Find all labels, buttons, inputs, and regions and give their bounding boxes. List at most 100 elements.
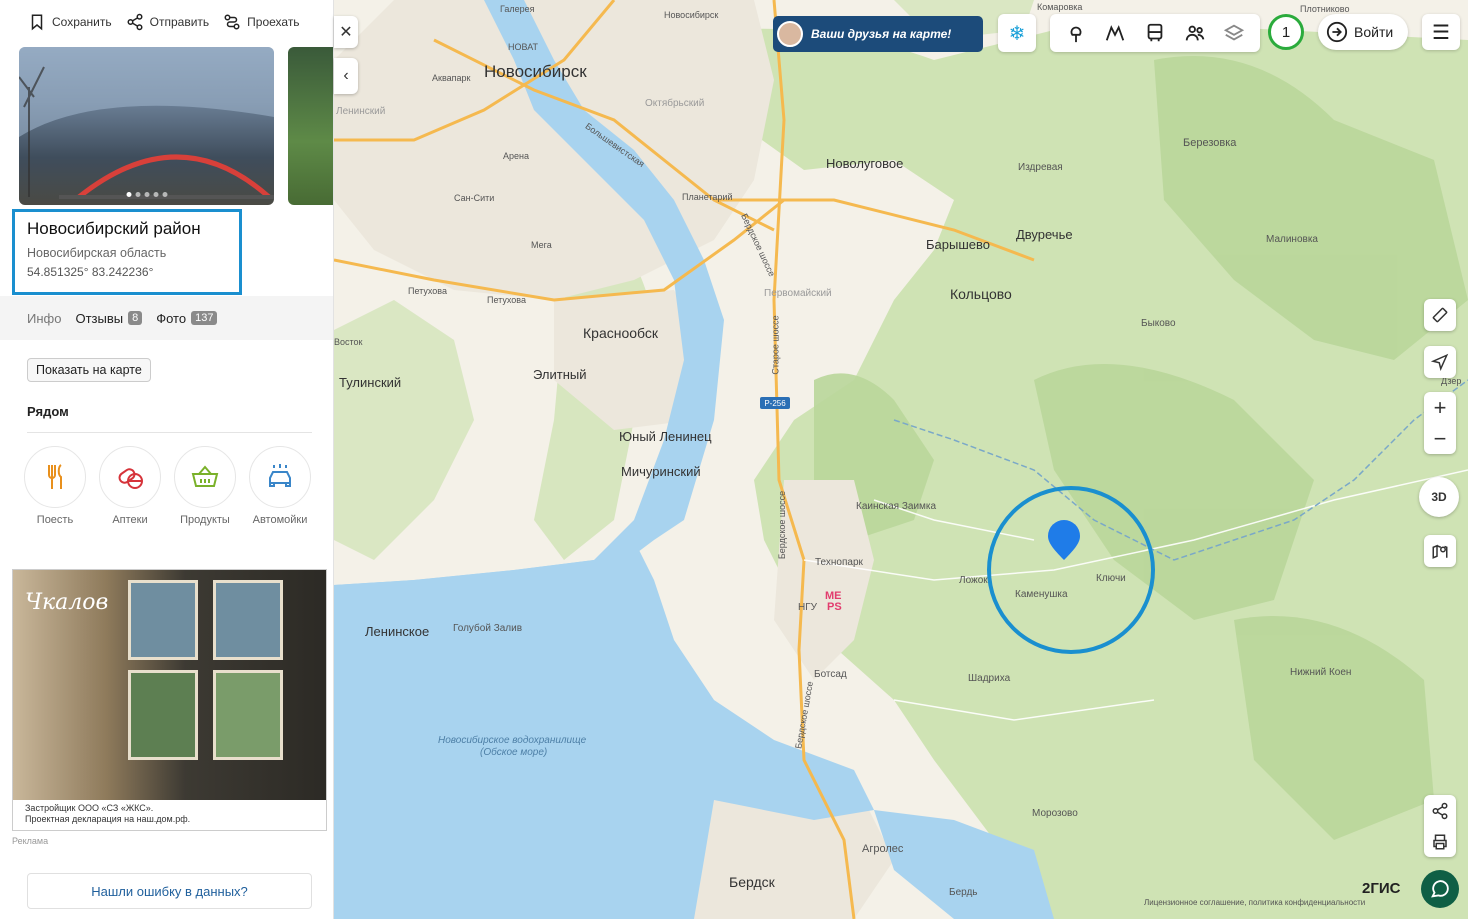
divider [27,432,312,433]
label-novosibirsk-district[interactable]: Новосибирск [664,10,718,20]
label-golubov-zaliv[interactable]: Голубой Залив [453,623,522,634]
category-groceries[interactable]: Продукты [174,446,236,526]
label-dvurechye[interactable]: Двуречье [1016,227,1073,242]
road-shield-label: Р-256 [764,399,786,408]
label-yuny-leninets[interactable]: Юный Ленинец [619,429,712,444]
label-bykovo[interactable]: Быково [1141,318,1176,329]
zoom-out-button[interactable]: − [1424,423,1456,454]
save-button[interactable]: Сохранить [28,13,112,31]
zoom-controls: + − [1424,392,1456,454]
label-morozovo[interactable]: Морозово [1032,808,1078,819]
city-label-novosibirsk[interactable]: Новосибирск [484,62,587,82]
label-berd-river: Бердь [949,887,978,898]
poi-novat[interactable]: НОВАТ [508,42,538,52]
send-label: Отправить [149,15,210,29]
label-agroles[interactable]: Агролес [862,843,903,855]
friends-layer-button[interactable] [1180,18,1210,48]
metro-icon [1106,25,1125,41]
label-novolugovoe[interactable]: Новолуговое [826,156,903,171]
close-panel-button[interactable]: ✕ [334,16,358,48]
ad-declaration-text: Проектная декларация на наш.дом.рф. [25,814,191,824]
place-coordinates[interactable]: 54.851325° 83.242236° [27,265,227,279]
bookmark-icon [31,14,43,31]
map-pin-button[interactable] [1424,535,1456,567]
label-klyuchi[interactable]: Ключи [1096,573,1126,584]
label-michurinsky[interactable]: Мичуринский [621,464,701,479]
label-komarovka[interactable]: Комаровка [1037,2,1082,12]
category-pharmacy[interactable]: Аптеки [99,446,161,526]
license-link[interactable]: Лицензионное соглашение, политика конфид… [1144,898,1365,907]
zoom-in-button[interactable]: + [1424,392,1456,423]
chat-button[interactable] [1421,870,1459,908]
poi-arena[interactable]: Арена [503,151,529,161]
label-leninsky[interactable]: Ленинский [336,106,385,117]
brand-logo[interactable]: 2ГИС [1362,880,1400,897]
label-oktyabrsky[interactable]: Октябрьский [645,98,704,109]
route-button[interactable]: Проехать [223,13,300,31]
toggle-3d-button[interactable]: 3D [1419,477,1459,517]
advertisement-banner[interactable]: Чкалов Застройщик ООО «СЗ «ЖКС». Проектн… [12,569,327,831]
my-location-button[interactable] [1424,346,1456,378]
place-photo-park[interactable] [288,47,333,205]
bus-icon [1147,23,1163,42]
poi-mega[interactable]: Мега [531,240,552,250]
city-label-koltsovo[interactable]: Кольцово [950,286,1012,302]
login-button[interactable]: Войти [1318,14,1408,50]
category-food[interactable]: Поесть [24,446,86,526]
category-carwash[interactable]: Автомойки [249,446,311,526]
label-izdrevaya[interactable]: Издревая [1018,162,1063,173]
ruler-button[interactable] [1424,299,1456,331]
ad-window [213,580,283,660]
transport-layer-button[interactable] [1140,18,1170,48]
label-berezovka[interactable]: Березовка [1183,137,1236,149]
label-pervomaisky[interactable]: Первомайский [764,288,832,299]
label-lozhok[interactable]: Ложок [959,575,988,586]
city-label-krasnoobsk[interactable]: Краснообск [583,325,658,341]
poi-akvapark[interactable]: Аквапарк [432,73,470,83]
print-button[interactable] [1424,826,1456,857]
snowflake-icon[interactable]: ❄ [998,14,1036,52]
label-baryshevo[interactable]: Барышево [926,237,990,252]
poi-botsad[interactable]: Ботсад [814,669,847,680]
menu-button[interactable]: ☰ [1422,14,1460,50]
meps-logo: PS [827,601,842,613]
label-plotnikovo[interactable]: Плотниково [1300,4,1349,14]
friends-on-map-banner[interactable]: Ваши друзья на карте! [773,16,983,52]
layers-button[interactable] [1219,18,1249,48]
share-map-button[interactable] [1424,795,1456,826]
report-error-button[interactable]: Нашли ошибку в данных? [27,873,312,909]
label-tulinsky[interactable]: Тулинский [339,375,401,390]
label-malinovka[interactable]: Малиновка [1266,234,1318,245]
tab-info[interactable]: Инфо [27,311,61,326]
category-pharmacy-label: Аптеки [112,514,148,526]
metro-layer-button[interactable] [1100,18,1130,48]
ad-disclaimer: Застройщик ООО «СЗ «ЖКС». Проектная декл… [13,800,326,830]
poi-galereya[interactable]: Галерея [500,4,535,14]
label-elitny[interactable]: Элитный [533,367,587,382]
tab-reviews-label: Отзывы [75,310,124,326]
nearby-categories: Поесть Аптеки Продукты Автомойки [24,446,311,526]
ad-logo: Чкалов [25,590,109,615]
collapse-panel-button[interactable]: ‹ [334,58,358,94]
show-on-map-button[interactable]: Показать на карте [27,358,151,382]
tab-photos[interactable]: Фото 137 [156,311,218,326]
tab-info-label: Инфо [27,310,62,326]
poi-planetary[interactable]: Планетарий [682,192,733,202]
city-label-berdsk[interactable]: Бердск [729,874,775,890]
poi-technopark[interactable]: Технопарк [815,557,863,568]
label-kamenushka[interactable]: Каменушка [1015,589,1068,600]
parks-layer-button[interactable] [1061,18,1091,48]
poi-san-siti[interactable]: Сан-Сити [454,193,494,203]
place-photo-bridge[interactable] [19,47,274,205]
route-label: Проехать [247,15,300,29]
label-kainskaya-zaimka[interactable]: Каинская Заимка [856,501,936,512]
label-leninskoe[interactable]: Ленинское [365,624,429,639]
notifications-badge[interactable]: 1 [1268,14,1304,50]
poi-ngu[interactable]: НГУ [798,602,817,613]
label-shadrikha[interactable]: Шадриха [968,673,1010,684]
map-canvas[interactable]: Р-256 ME PS [334,0,1468,919]
label-nizhny-koen[interactable]: Нижний Коен [1290,667,1351,678]
tab-reviews[interactable]: Отзывы 8 [75,310,143,326]
send-button[interactable]: Отправить [126,13,210,31]
label-vostok[interactable]: Восток [334,337,362,347]
